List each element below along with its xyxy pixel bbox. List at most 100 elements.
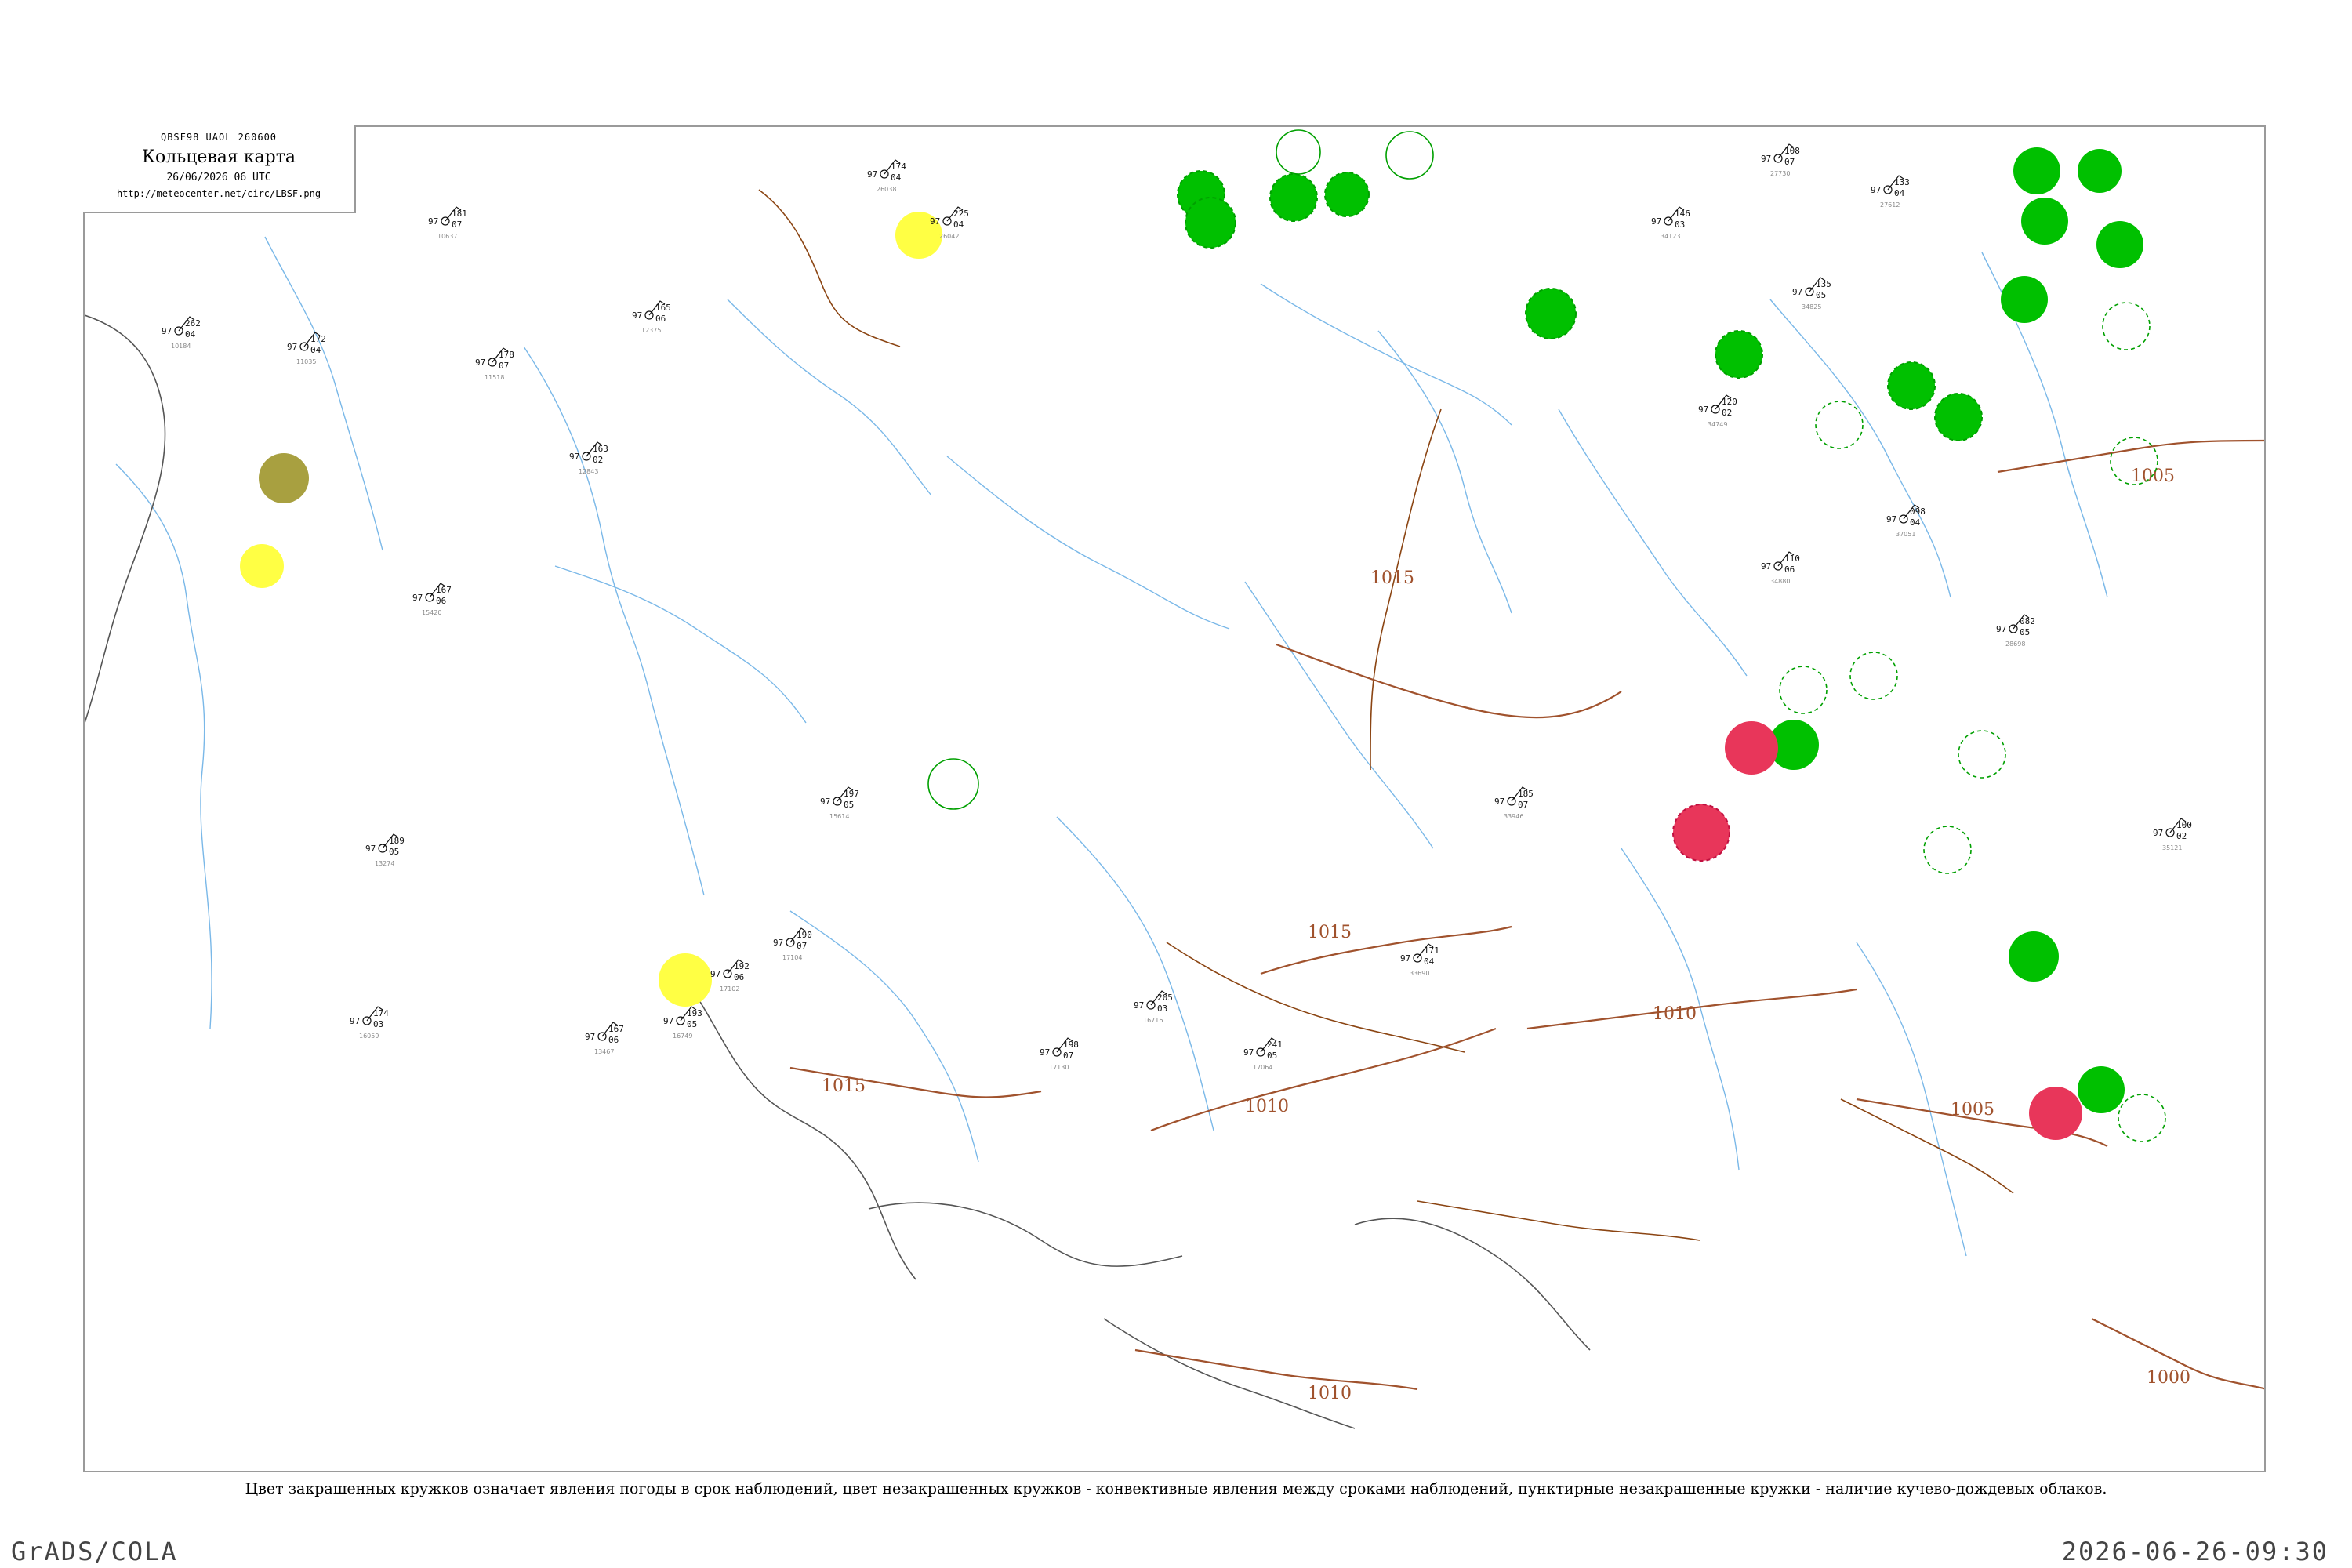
- station-plot: 108 97 07 27730: [1761, 143, 1800, 177]
- rain-circle: [1887, 361, 1936, 410]
- station-pressure: 185: [1518, 789, 1534, 799]
- station-plot: 146 97 03 34123: [1651, 206, 1690, 240]
- station-pressure: 189: [389, 836, 405, 846]
- station-temp: 97: [1243, 1047, 1254, 1058]
- synoptic-map[interactable]: 1015 1015 1015 1010 1010 1010 1005 1005 …: [83, 125, 2266, 1472]
- station-temp: 97: [820, 797, 830, 807]
- station-temp: 97: [710, 969, 720, 979]
- station-tendency: 04: [1894, 188, 1905, 198]
- footer-software: GrADS/COLA: [11, 1537, 178, 1566]
- footer-timestamp: 2026-06-26-09:30: [2061, 1537, 2328, 1566]
- isobar-label: 1010: [1653, 1004, 1697, 1024]
- station-tendency: 04: [953, 220, 964, 230]
- cb-circle: [2102, 302, 2151, 350]
- station-temp: 97: [1996, 624, 2006, 634]
- station-id: 33946: [1504, 813, 1523, 820]
- station-tendency: 05: [687, 1019, 697, 1029]
- station-id: 12375: [641, 327, 661, 334]
- rain-circle: [2021, 198, 2068, 245]
- station-plot: 133 97 04 27612: [1871, 175, 1910, 209]
- station-temp: 97: [1886, 514, 1896, 524]
- station-id: 34825: [1802, 303, 1821, 310]
- station-tendency: 04: [310, 345, 321, 355]
- station-temp: 97: [428, 216, 438, 227]
- isobar-label: 1015: [822, 1076, 866, 1096]
- station-id: 17064: [1253, 1064, 1272, 1071]
- station-tendency: 06: [734, 972, 744, 982]
- station-id: 13274: [375, 860, 394, 867]
- station-plot: 163 97 02 12843: [569, 441, 608, 475]
- map-source-url[interactable]: http://meteocenter.net/circ/LBSF.png: [83, 188, 354, 199]
- map-canvas[interactable]: 1015 1015 1015 1010 1010 1010 1005 1005 …: [85, 127, 2266, 1472]
- station-tendency: 03: [373, 1019, 383, 1029]
- station-temp: 97: [1400, 953, 1410, 964]
- station-id: 17130: [1049, 1064, 1069, 1071]
- station-pressure: 120: [1722, 397, 1737, 407]
- station-plot: 205 97 03 16716: [1134, 990, 1173, 1024]
- station-temp: 97: [930, 216, 940, 227]
- station-plot: 190 97 07 17104: [773, 927, 812, 961]
- station-tendency: 03: [1157, 1004, 1167, 1014]
- station-plot: 135 97 05 34825: [1792, 277, 1831, 310]
- station-pressure: 241: [1267, 1040, 1283, 1050]
- station-id: 26038: [877, 186, 896, 193]
- station-id: 26042: [939, 233, 959, 240]
- station-tendency: 07: [499, 361, 509, 371]
- station-id: 34123: [1661, 233, 1680, 240]
- station-id: 15420: [422, 609, 441, 616]
- station-temp: 97: [867, 169, 877, 180]
- station-tendency: 07: [797, 941, 807, 951]
- rain-circle: [2009, 931, 2059, 982]
- isobar-label: 1010: [1308, 1384, 1352, 1403]
- isobar-label: 1005: [1951, 1100, 1994, 1120]
- station-temp: 97: [663, 1016, 673, 1026]
- station-id: 35121: [2162, 844, 2182, 851]
- station-pressure: 100: [2176, 820, 2192, 830]
- convective-circle: [1276, 129, 1321, 175]
- station-tendency: 04: [1910, 517, 1921, 528]
- station-id: 16716: [1143, 1017, 1163, 1024]
- station-plot: 198 97 07 17130: [1040, 1037, 1079, 1071]
- station-plots: 19297 061710219097 071710419397 05167491679…: [162, 143, 2192, 1071]
- weather-circles: [240, 129, 2166, 1142]
- rain-circle: [2078, 149, 2122, 193]
- isobars: [789, 439, 2264, 1391]
- convective-circle: [927, 758, 979, 810]
- rain-circle: [1715, 330, 1763, 379]
- station-tendency: 05: [389, 847, 399, 857]
- station-id: 11518: [485, 374, 504, 381]
- station-tendency: 07: [1518, 800, 1528, 810]
- station-id: 27730: [1770, 170, 1790, 177]
- station-pressure: 171: [1424, 946, 1439, 956]
- station-tendency: 04: [1424, 956, 1435, 967]
- station-id: 12843: [579, 468, 598, 475]
- station-plot: 181 97 07 10637: [428, 206, 467, 240]
- station-id: 16749: [673, 1033, 692, 1040]
- borders: [758, 189, 2014, 1241]
- station-pressure: 174: [891, 162, 906, 172]
- station-plot: 100 97 02 35121: [2153, 818, 2192, 851]
- station-tendency: 06: [608, 1035, 619, 1045]
- station-temp: 97: [475, 358, 485, 368]
- station-pressure: 082: [2020, 616, 2035, 626]
- station-plot: 185 97 07 33946: [1494, 786, 1534, 820]
- station-id: 13467: [594, 1048, 614, 1055]
- station-id: 11035: [296, 358, 316, 365]
- thunder-circle: [2029, 1087, 2082, 1140]
- station-id: 28698: [2005, 641, 2025, 648]
- station-tendency: 04: [891, 172, 902, 183]
- map-date: 26/06/2026 06 UTC: [166, 172, 271, 183]
- station-pressure: 198: [1063, 1040, 1079, 1050]
- station-plot: 082 97 05 28698: [1996, 614, 2035, 648]
- cb-circle: [1849, 652, 1898, 700]
- rain-circle: [2013, 147, 2060, 194]
- station-tendency: 07: [452, 220, 462, 230]
- station-temp: 97: [1792, 287, 1802, 297]
- station-tendency: 05: [1267, 1051, 1277, 1061]
- station-temp: 97: [1761, 154, 1771, 164]
- station-plot: 262 97 04 10184: [162, 316, 201, 350]
- station-pressure: 181: [452, 209, 467, 219]
- rain-circle: [2078, 1066, 2125, 1113]
- station-temp: 97: [412, 593, 423, 603]
- map-title: Кольцевая карта: [141, 147, 296, 167]
